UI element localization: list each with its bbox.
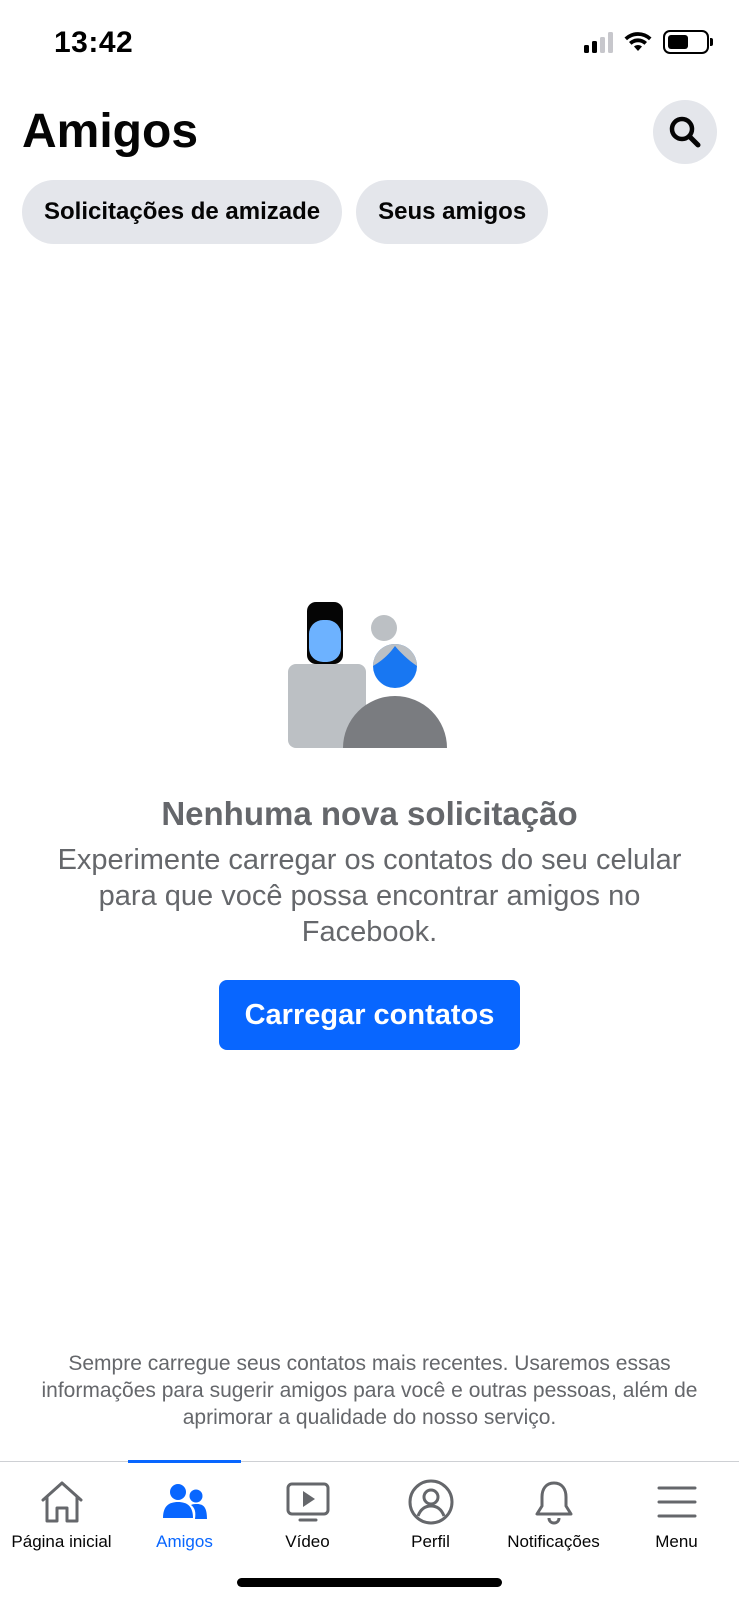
wifi-icon [624, 32, 652, 51]
status-time: 13:42 [54, 26, 134, 59]
empty-state-title: Nenhuma nova solicitação [161, 795, 578, 832]
tab-label: Página inicial [11, 1532, 112, 1551]
search-button[interactable] [653, 100, 717, 164]
contacts-footer-note: Sempre carregue seus contatos mais recen… [41, 1352, 698, 1429]
tab-label: Amigos [156, 1532, 213, 1551]
cellular-signal-icon [584, 31, 613, 53]
tab-friends[interactable]: Amigos [123, 1462, 246, 1562]
upload-contacts-button[interactable]: Carregar contatos [219, 980, 520, 1050]
tab-profile[interactable]: Perfil [369, 1462, 492, 1562]
friends-screen: 13:42 Amigos Solicitações de amizade Seu… [0, 0, 739, 1600]
home-icon [41, 1481, 82, 1523]
status-bar: 13:42 [0, 0, 739, 90]
tab-label: Perfil [411, 1532, 450, 1551]
empty-state-description: Experimente carregar os contatos do seu … [57, 844, 682, 948]
battery-icon [663, 30, 713, 54]
tab-home[interactable]: Página inicial [0, 1462, 123, 1562]
menu-icon [657, 1486, 696, 1518]
page-title: Amigos [22, 105, 199, 158]
no-requests-illustration [288, 602, 447, 748]
filter-chips: Solicitações de amizade Seus amigos [22, 180, 549, 244]
status-icons [584, 30, 713, 54]
video-icon [286, 1482, 329, 1522]
chip-friend-requests[interactable]: Solicitações de amizade [22, 180, 343, 244]
tab-label: Notificações [507, 1532, 600, 1551]
tab-label: Menu [655, 1532, 698, 1551]
tab-label: Vídeo [285, 1532, 330, 1551]
tab-menu[interactable]: Menu [615, 1462, 738, 1562]
tab-video[interactable]: Vídeo [246, 1462, 369, 1562]
chip-your-friends[interactable]: Seus amigos [356, 180, 549, 244]
profile-icon [408, 1479, 453, 1525]
tab-notifications[interactable]: Notificações [492, 1462, 615, 1562]
friends-icon [162, 1484, 207, 1519]
bell-icon [535, 1481, 572, 1525]
home-indicator [237, 1578, 502, 1587]
search-icon [669, 116, 701, 148]
